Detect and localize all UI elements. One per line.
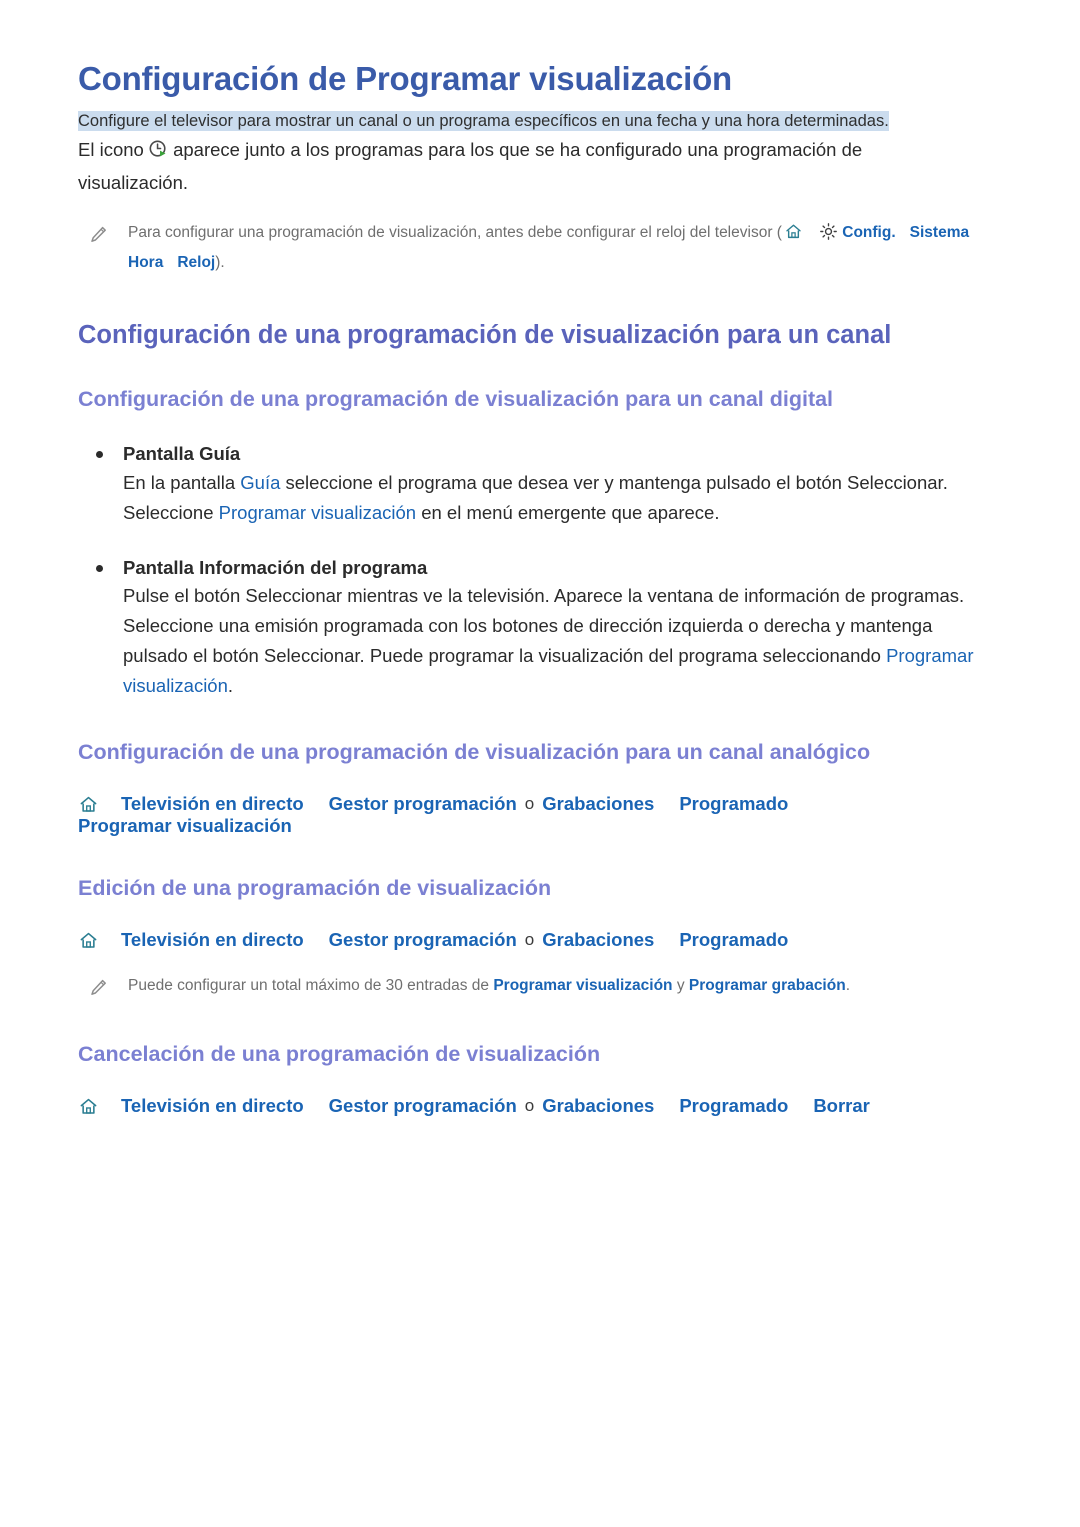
breadcrumb-item-borrar[interactable]: Borrar [813,1095,870,1117]
home-icon [78,794,99,815]
note-link-config[interactable]: Config. [842,224,895,241]
breadcrumb-item-programado[interactable]: Programado [679,1095,788,1117]
note-link-hora[interactable]: Hora [128,254,163,271]
para-text-1: En la pantalla [123,471,241,493]
bullet-dot-icon [96,564,103,572]
list-item-paragraph-info: Pulse el botón Seleccionar mientras ve l… [78,581,1002,701]
note-max-entries-text: Puede configurar un total máximo de 30 e… [128,973,850,1000]
list-item: Pantalla Información del programa [78,554,1002,582]
breadcrumb-item-gestor-programacion[interactable]: Gestor programación [329,1095,517,1117]
note-clock-setup: Para configurar una programación de visu… [78,220,1002,277]
note-clock-text: Para configurar una programación de visu… [128,220,1002,277]
breadcrumb-item-grabaciones[interactable]: Grabaciones [542,1095,654,1117]
note-text-mid: y [672,977,689,995]
subsection-heading-analog: Configuración de una programación de vis… [78,740,871,765]
breadcrumb-item-television-en-directo[interactable]: Televisión en directo [121,793,304,815]
home-icon [784,222,803,251]
pencil-icon [88,225,110,250]
note-text-after: . [845,977,850,995]
intro-text-after: aparece junto a los programas para los q… [78,138,863,193]
bullet-dot-icon [96,450,103,458]
list-item-paragraph-guia: En la pantalla Guía seleccione el progra… [78,468,1002,528]
breadcrumb-item-gestor-programacion[interactable]: Gestor programación [329,793,517,815]
breadcrumb-item-grabaciones[interactable]: Grabaciones [542,929,654,951]
subsection-heading-cancel: Cancelación de una programación de visua… [78,1042,601,1067]
breadcrumb-or-word: o [524,930,535,950]
gear-icon [819,222,838,251]
home-icon [78,930,99,951]
page-subtitle: Configure el televisor para mostrar un c… [78,111,889,132]
list-item-label: Pantalla Información del programa [123,556,428,578]
inline-link-programar-visualizacion[interactable]: Programar visualización [219,502,416,523]
page-title: Configuración de Programar visualización [78,60,732,97]
note-text-before: Puede configurar un total máximo de 30 e… [128,977,494,995]
breadcrumb-item-gestor-programacion[interactable]: Gestor programación [329,929,517,951]
breadcrumb: Televisión en directo Gestor programació… [78,929,1002,951]
note-link-sistema[interactable]: Sistema [910,224,969,241]
intro-text-before: El icono [78,138,149,160]
subsection-heading-digital: Configuración de una programación de vis… [78,387,834,412]
subsection-heading-edit: Edición de una programación de visualiza… [78,876,552,901]
section-heading-channel: Configuración de una programación de vis… [78,320,892,349]
note-link-programar-visualizacion[interactable]: Programar visualización [493,977,672,994]
breadcrumb-item-programar-visualizacion[interactable]: Programar visualización [78,815,292,837]
para-text-3: en el menú emergente que aparece. [416,501,720,523]
note-link-reloj[interactable]: Reloj [177,254,215,271]
para-text-1: Pulse el botón Seleccionar mientras ve l… [123,585,965,667]
breadcrumb-or-word: o [524,794,535,814]
schedule-clock-icon [149,138,168,168]
breadcrumb-item-programado[interactable]: Programado [679,929,788,951]
pencil-icon [88,978,110,1003]
breadcrumb-or-word: o [524,1096,535,1116]
intro-paragraph: El icono aparece junto a los programas p… [78,135,938,198]
breadcrumb-item-television-en-directo[interactable]: Televisión en directo [121,1095,304,1117]
note-link-programar-grabacion[interactable]: Programar grabación [689,977,846,994]
inline-link-guia[interactable]: Guía [240,472,280,493]
list-item-label: Pantalla Guía [123,442,241,464]
note-text-after: ). [215,254,225,272]
breadcrumb-item-television-en-directo[interactable]: Televisión en directo [121,929,304,951]
note-text-before: Para configurar una programación de visu… [128,223,782,241]
note-max-entries: Puede configurar un total máximo de 30 e… [78,973,1002,1003]
breadcrumb: Televisión en directo Gestor programació… [78,793,1002,837]
breadcrumb: Televisión en directo Gestor programació… [78,1095,1002,1117]
para-text-3: . [227,675,234,697]
manual-page: Configuración de Programar visualización… [0,0,1080,1527]
page-subtitle-row: Configure el televisor para mostrar un c… [78,108,1002,134]
breadcrumb-item-grabaciones[interactable]: Grabaciones [542,793,654,815]
list-item: Pantalla Guía [78,440,1002,468]
home-icon [78,1096,99,1117]
breadcrumb-item-programado[interactable]: Programado [679,793,788,815]
